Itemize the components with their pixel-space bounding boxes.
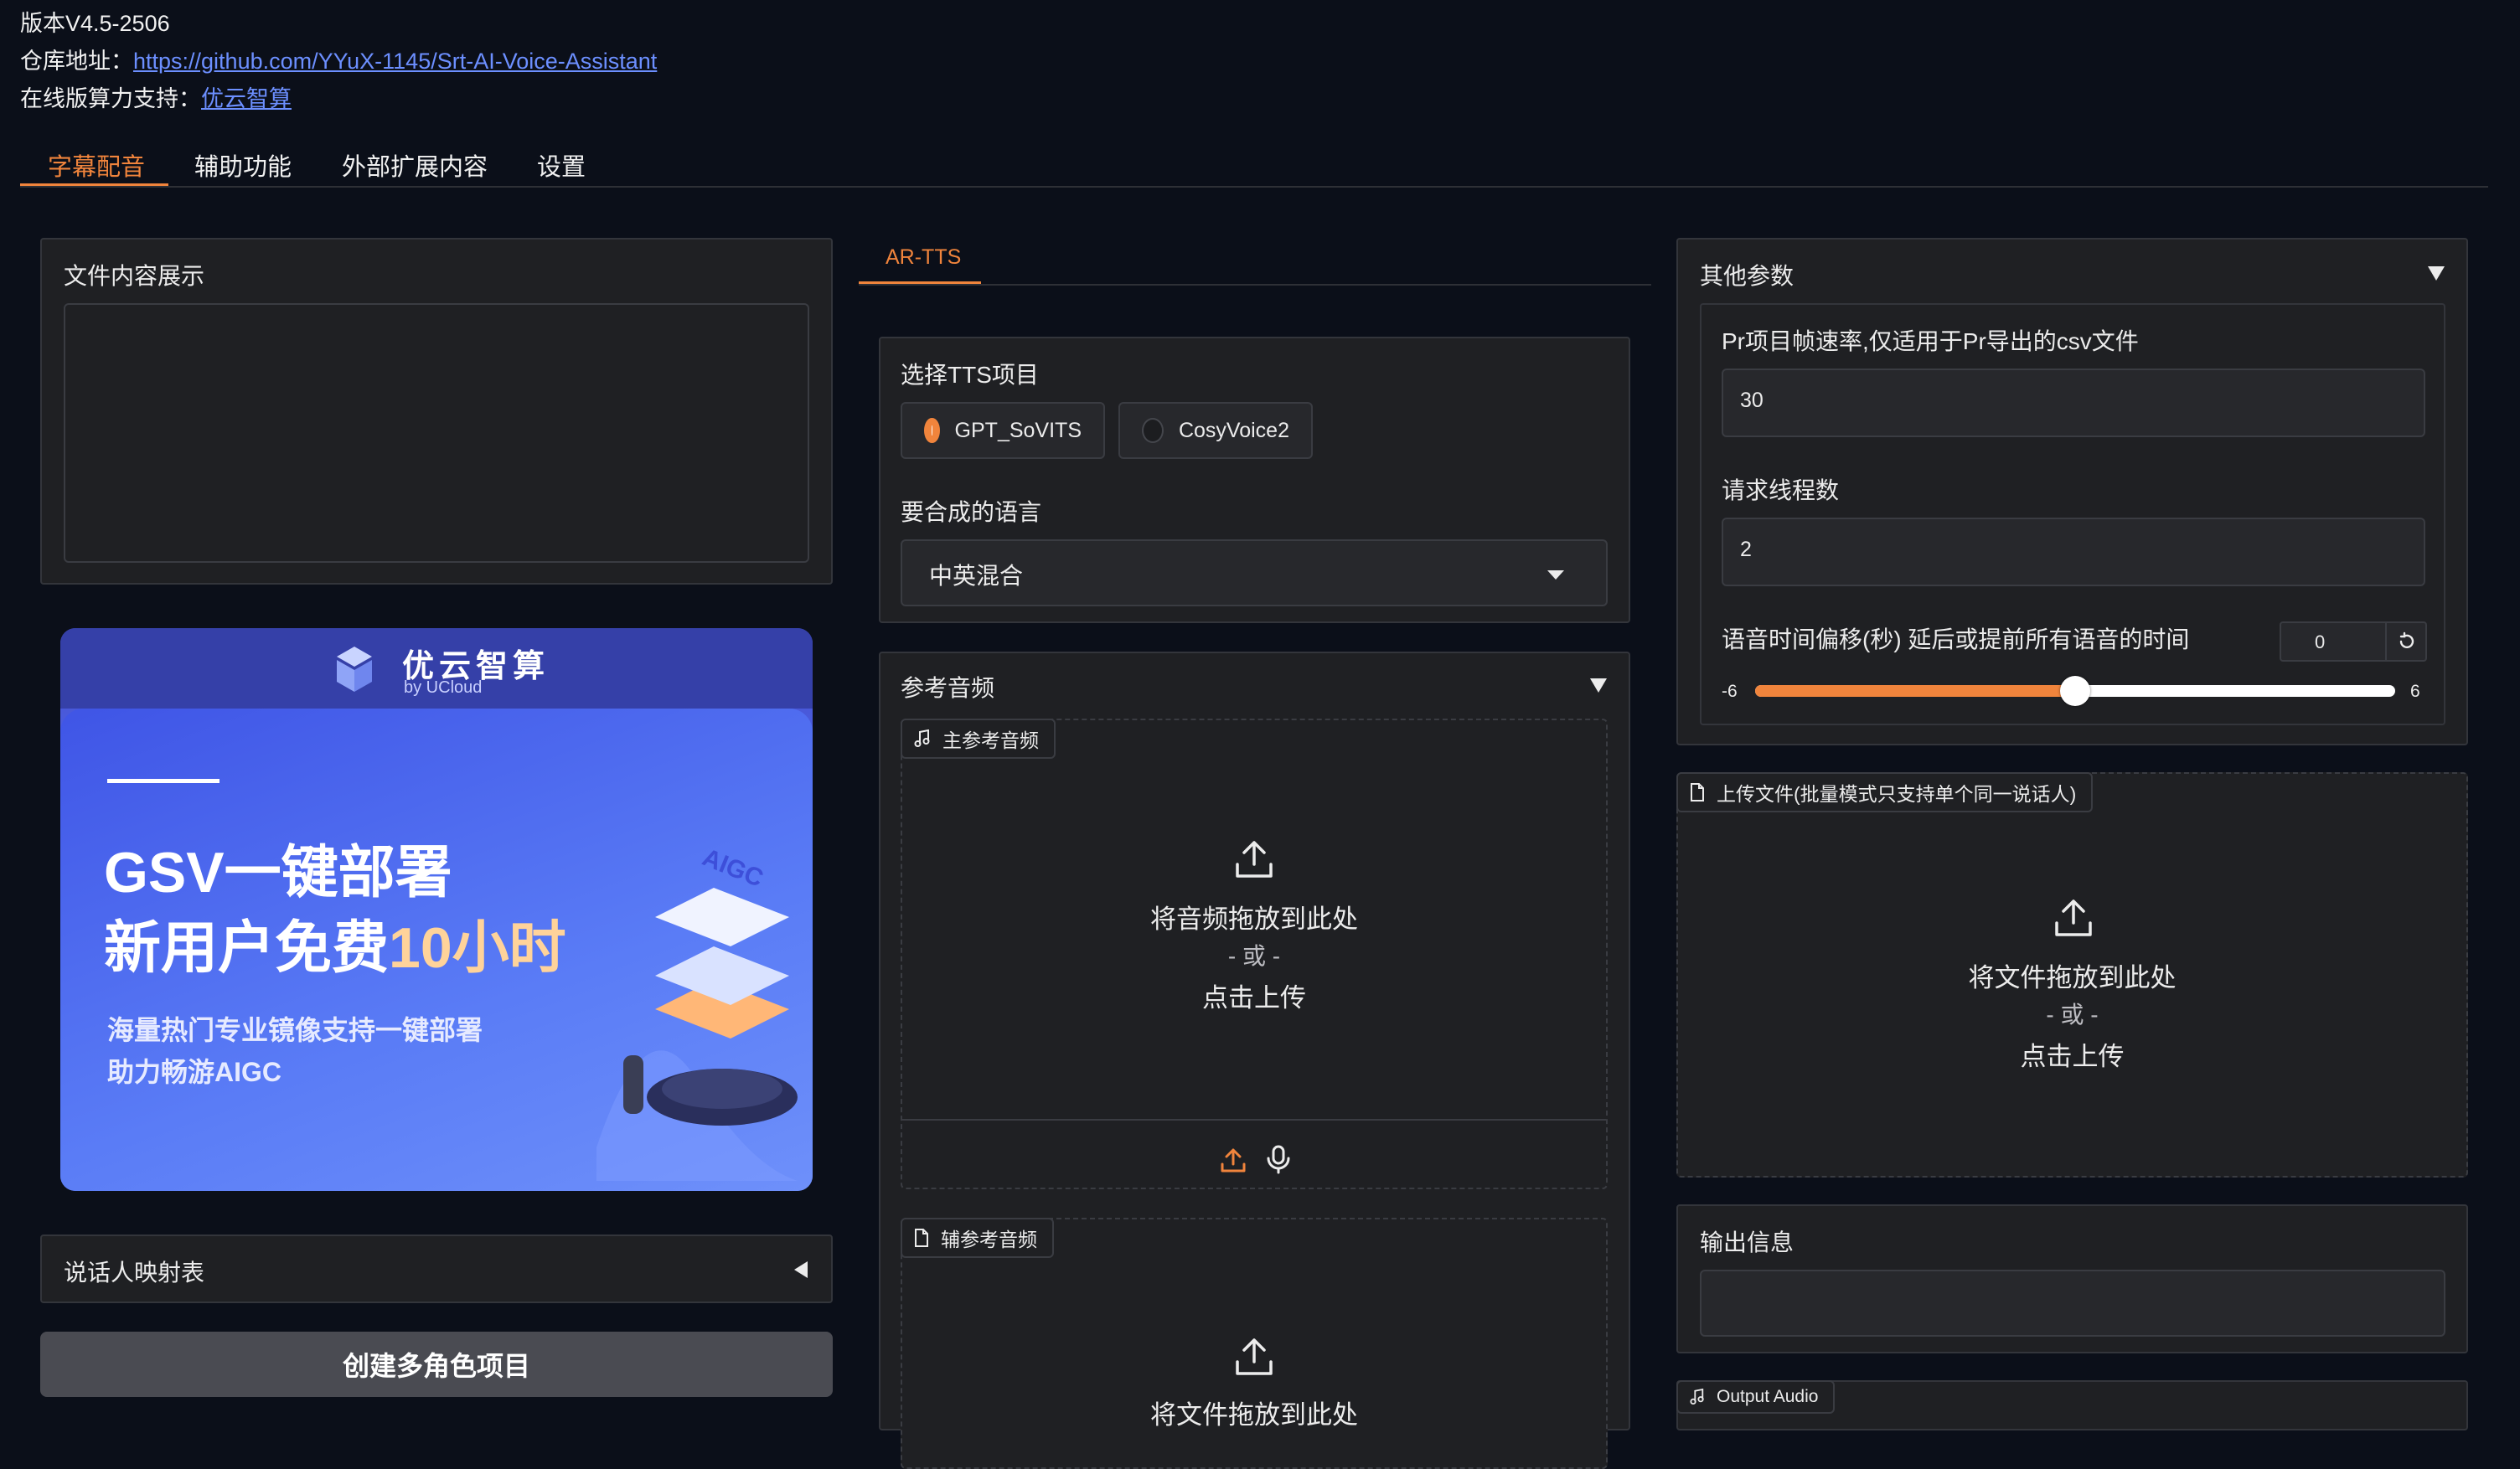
online-link[interactable]: 优云智算	[201, 86, 292, 111]
version-text: 版本V4.5-2506	[20, 11, 170, 36]
tts-option-cosyvoice2[interactable]: CosyVoice2	[1118, 402, 1313, 459]
output-info-panel: 输出信息	[1676, 1204, 2468, 1353]
params-inner: Pr项目帧速率,仅适用于Pr导出的csv文件 30 请求线程数 2 语音时间偏移…	[1700, 303, 2445, 725]
drop-file-text: 将文件拖放到此处	[1150, 1400, 1358, 1430]
dropzone-divider	[902, 1119, 1606, 1121]
output-audio-badge: Output Audio	[1676, 1380, 1836, 1414]
output-info-textbox[interactable]	[1700, 1270, 2445, 1337]
banner-line-1: 海量热门专业镜像支持一键部署	[107, 1015, 483, 1045]
or-text: - 或 -	[1227, 943, 1281, 969]
repo-line: 仓库地址：https://github.com/YYuX-1145/Srt-AI…	[20, 43, 657, 75]
tab-auxiliary[interactable]: 辅助功能	[194, 147, 292, 183]
aux-ref-audio-badge: 辅参考音频	[901, 1218, 1054, 1258]
aigc-illustration-icon	[596, 829, 798, 1185]
banner-line-2: 助力畅游AIGC	[107, 1057, 282, 1087]
tab-extensions[interactable]: 外部扩展内容	[342, 147, 488, 183]
tts-settings-panel: 选择TTS项目 GPT_SoVITS CosyVoice2 要合成的语言 中英混…	[879, 337, 1630, 623]
middle-tabs-divider	[859, 284, 1651, 286]
collapse-left-icon[interactable]	[794, 1261, 808, 1278]
tts-option-label: GPT_SoVITS	[954, 418, 1082, 442]
speaker-map-panel[interactable]: 说话人映射表	[40, 1234, 833, 1303]
offset-label: 语音时间偏移(秒) 延后或提前所有语音的时间	[1722, 626, 2190, 652]
upload-icon	[2052, 896, 2095, 944]
banner-brand-sub: by UCloud	[404, 678, 483, 697]
fps-input[interactable]: 30	[1722, 369, 2425, 437]
tts-option-label: CosyVoice2	[1178, 418, 1289, 442]
radio-unselected-icon	[1142, 418, 1164, 443]
banner-dash	[107, 779, 219, 783]
banner-headline-2-highlight: 10小时	[389, 916, 566, 980]
repo-label: 仓库地址：	[20, 49, 133, 74]
upload-source-icon[interactable]	[1219, 1146, 1247, 1178]
upload-icon	[1232, 838, 1276, 885]
main-ref-audio-badge-label: 主参考音频	[942, 729, 1039, 751]
threads-input[interactable]: 2	[1722, 518, 2425, 586]
collapse-down-icon[interactable]	[2428, 266, 2445, 281]
create-multi-role-button[interactable]: 创建多角色项目	[40, 1332, 833, 1397]
threads-value: 2	[1740, 538, 1752, 561]
file-content-panel: 文件内容展示	[40, 238, 833, 585]
ucloud-logo-icon	[328, 643, 380, 699]
upload-icon	[1232, 1335, 1276, 1383]
chevron-down-icon	[1547, 570, 1564, 580]
banner-headline-2-prefix: 新用户免费	[104, 916, 390, 980]
main-ref-audio-badge: 主参考音频	[901, 719, 1056, 759]
reset-icon[interactable]	[2397, 631, 2417, 652]
speaker-map-label: 说话人映射表	[64, 1260, 205, 1286]
banner-headline-2: 新用户免费10小时	[104, 901, 566, 984]
language-label: 要合成的语言	[901, 499, 1042, 525]
reference-audio-panel: 参考音频 将音频拖放到此处 - 或 - 点击上传 主参考音频 将文件拖放到此处 …	[879, 652, 1630, 1469]
output-audio-badge-label: Output Audio	[1717, 1387, 1819, 1406]
drop-file-text: 将文件拖放到此处	[1968, 963, 2177, 992]
offset-slider-track[interactable]	[1755, 676, 2395, 706]
upload-file-dropzone[interactable]: 将文件拖放到此处 - 或 - 点击上传	[1676, 772, 2468, 1178]
file-content-label: 文件内容展示	[64, 263, 205, 289]
file-icon	[1691, 783, 1704, 802]
other-params-label: 其他参数	[1700, 263, 1794, 289]
file-icon	[915, 1229, 928, 1247]
output-info-label: 输出信息	[1700, 1229, 1794, 1255]
music-note-icon	[1690, 1389, 1704, 1405]
microphone-icon[interactable]	[1264, 1144, 1293, 1178]
offset-value: 0	[2315, 631, 2326, 652]
radio-selected-icon	[924, 418, 940, 443]
tab-ar-tts[interactable]: AR-TTS	[886, 245, 961, 270]
online-label: 在线版算力支持：	[20, 86, 201, 111]
tab-settings[interactable]: 设置	[537, 147, 586, 183]
offset-slider-fill	[1755, 685, 2075, 697]
aux-ref-audio-badge-label: 辅参考音频	[941, 1229, 1037, 1250]
file-content-textarea[interactable]	[64, 303, 809, 563]
tab-subtitle-dubbing[interactable]: 字幕配音	[48, 147, 145, 183]
offset-number-input[interactable]: 0	[2280, 621, 2427, 662]
online-line: 在线版算力支持：优云智算	[20, 80, 292, 113]
repo-link[interactable]: https://github.com/YYuX-1145/Srt-AI-Voic…	[133, 49, 657, 74]
upload-file-badge: 上传文件(批量模式只支持单个同一说话人)	[1676, 772, 2094, 812]
ucloud-banner[interactable]: 优云智算 by UCloud GSV一键部署 新用户免费10小时 海量热门专业镜…	[60, 628, 813, 1191]
click-upload-text: 点击上传	[1202, 983, 1306, 1013]
music-note-icon	[914, 729, 930, 747]
reference-audio-label: 参考音频	[901, 675, 995, 701]
or-text: - 或 -	[2046, 1002, 2099, 1028]
threads-label: 请求线程数	[1722, 477, 1840, 503]
slider-min: -6	[1722, 682, 1738, 701]
collapse-down-icon[interactable]	[1590, 678, 1607, 693]
offset-slider-handle[interactable]	[2060, 676, 2090, 706]
offset-divider	[2385, 623, 2387, 660]
upload-file-badge-label: 上传文件(批量模式只支持单个同一说话人)	[1717, 783, 2077, 805]
language-dropdown[interactable]: 中英混合	[901, 539, 1608, 606]
tts-project-label: 选择TTS项目	[901, 362, 1039, 388]
fps-value: 30	[1740, 389, 1763, 412]
drop-audio-text: 将音频拖放到此处	[1150, 905, 1358, 934]
tabs-divider	[20, 186, 2488, 188]
other-params-panel: 其他参数 Pr项目帧速率,仅适用于Pr导出的csv文件 30 请求线程数 2 语…	[1676, 238, 2468, 745]
main-ref-audio-dropzone[interactable]: 将音频拖放到此处 - 或 - 点击上传	[901, 719, 1608, 1189]
language-value: 中英混合	[929, 563, 1024, 589]
slider-max: 6	[2410, 682, 2420, 701]
tts-option-gpt-sovits[interactable]: GPT_SoVITS	[901, 402, 1105, 459]
banner-headline-1: GSV一键部署	[104, 841, 452, 905]
click-upload-text: 点击上传	[2020, 1042, 2125, 1071]
fps-label: Pr项目帧速率,仅适用于Pr导出的csv文件	[1722, 328, 2139, 354]
